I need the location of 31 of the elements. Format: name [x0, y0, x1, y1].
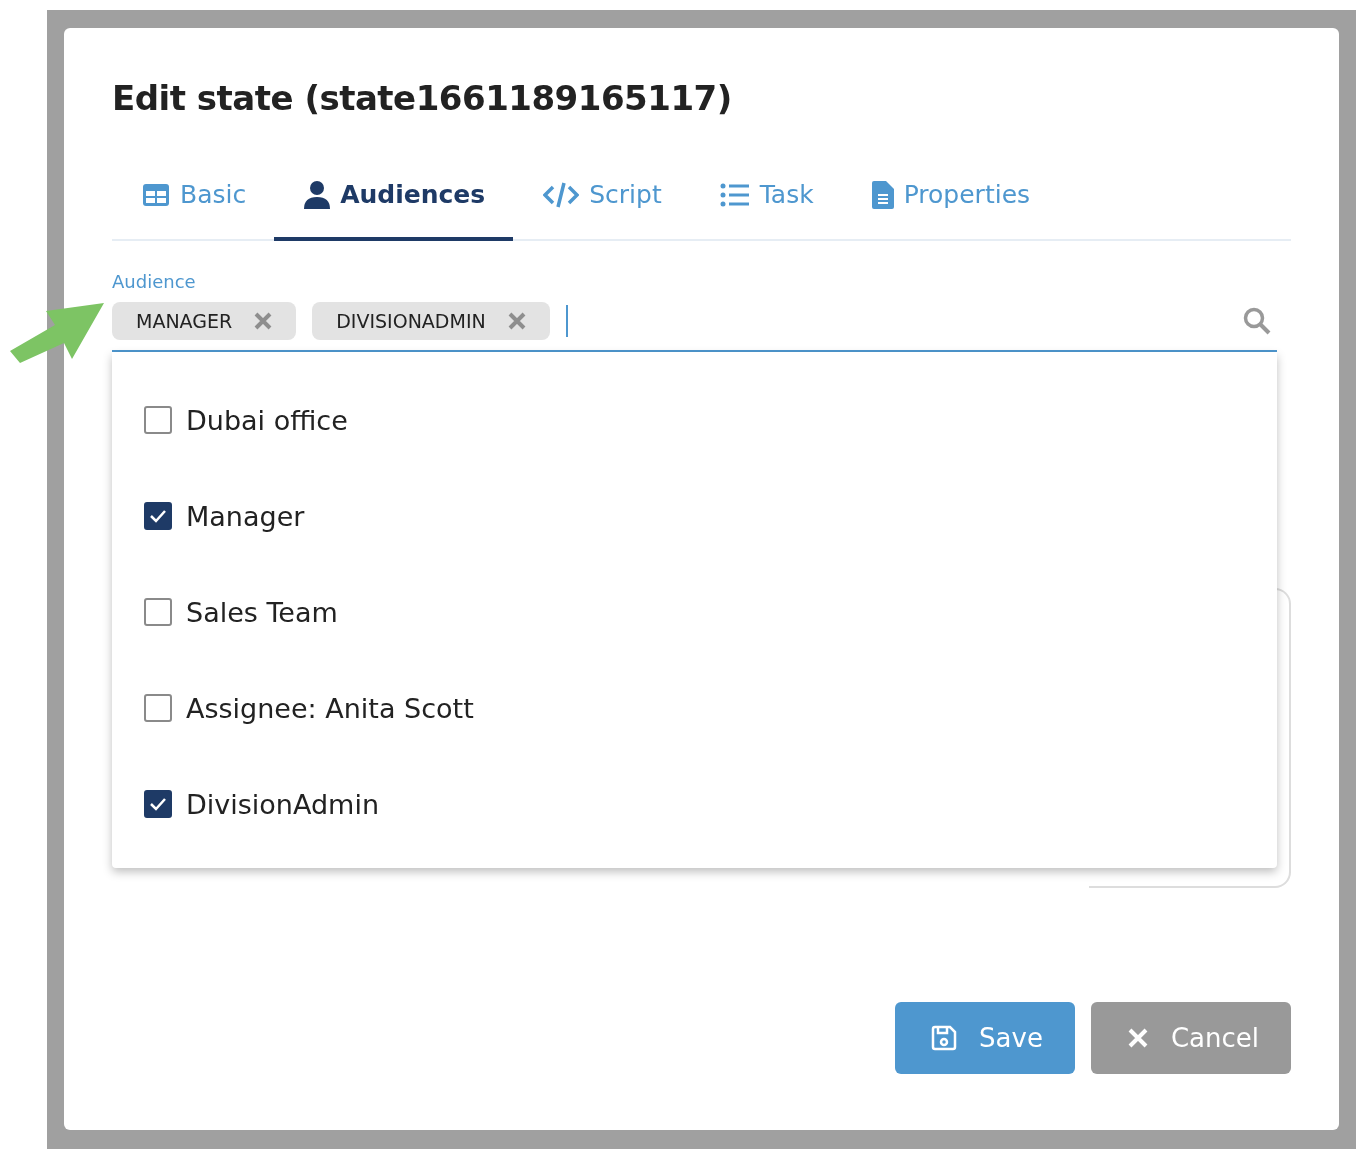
text-cursor — [565, 305, 568, 337]
dropdown-option[interactable]: Assignee: Anita Scott — [144, 660, 1245, 756]
checkbox[interactable] — [144, 406, 172, 434]
option-label: Sales Team — [186, 596, 338, 628]
tag-label: DIVISIONADMIN — [336, 310, 486, 332]
option-label: Dubai office — [186, 404, 348, 436]
search-icon[interactable] — [1243, 307, 1271, 335]
table-icon — [142, 182, 170, 207]
checkbox[interactable] — [144, 790, 172, 818]
dialog-title: Edit state (state1661189165117) — [112, 78, 733, 118]
code-icon — [543, 181, 580, 208]
tab[interactable]: Audiences — [274, 180, 514, 241]
option-label: Manager — [186, 500, 305, 532]
checkbox[interactable] — [144, 694, 172, 722]
close-icon — [1126, 1027, 1149, 1049]
dropdown-option[interactable]: Dubai office — [144, 372, 1245, 468]
dropdown-option[interactable]: Sales Team — [144, 564, 1245, 660]
list-icon — [719, 182, 750, 207]
dropdown-option[interactable]: Manager — [144, 468, 1245, 564]
pointer-arrow-icon — [10, 303, 105, 363]
tag-label: MANAGER — [136, 310, 233, 332]
field-label: Audience — [112, 271, 197, 292]
remove-icon[interactable] — [507, 312, 526, 330]
option-label: DivisionAdmin — [186, 788, 380, 820]
document-icon — [871, 180, 894, 209]
option-label: Assignee: Anita Scott — [186, 692, 474, 724]
checkbox[interactable] — [144, 598, 172, 626]
remove-icon[interactable] — [254, 312, 273, 330]
dropdown-option[interactable]: DivisionAdmin — [144, 756, 1245, 852]
user-icon — [304, 180, 331, 209]
checkbox[interactable] — [144, 502, 172, 530]
